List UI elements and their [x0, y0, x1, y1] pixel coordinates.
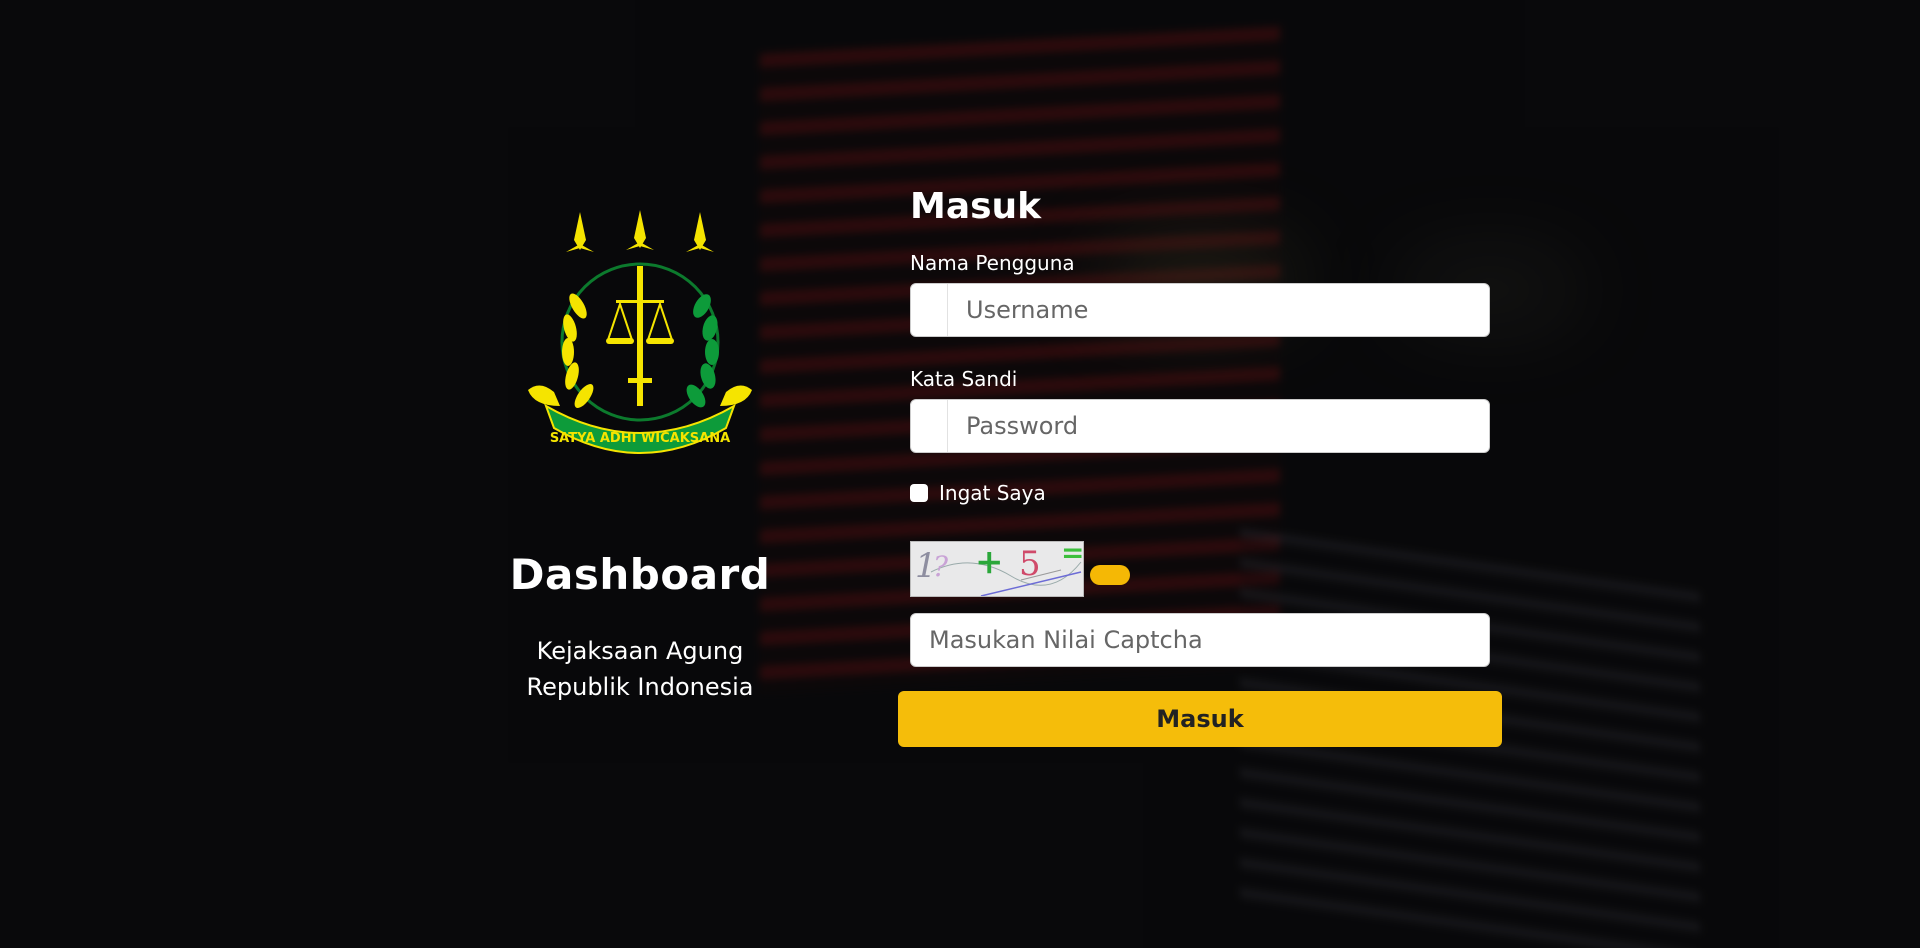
password-input[interactable]	[948, 400, 1489, 452]
login-submit-button[interactable]: Masuk	[898, 691, 1502, 747]
password-field-wrapper	[910, 399, 1490, 453]
remember-me-checkbox[interactable]	[910, 484, 928, 502]
username-input[interactable]	[948, 284, 1489, 336]
emblem-motto-text: SATYA ADHI WICAKSANA	[550, 431, 730, 446]
username-field-wrapper	[910, 283, 1490, 337]
captcha-input[interactable]	[911, 614, 1489, 666]
organization-name-line1: Kejaksaan Agung	[536, 637, 744, 665]
captcha-char: =	[1061, 541, 1084, 569]
login-title: Masuk	[910, 186, 1042, 227]
captcha-image: 1 ? + 5 =	[910, 541, 1084, 597]
captcha-char: ?	[933, 550, 949, 583]
captcha-field-wrapper	[910, 613, 1490, 667]
remember-me[interactable]: Ingat Saya	[910, 481, 1490, 505]
username-label: Nama Pengguna	[910, 251, 1075, 275]
organization-name-line2: Republik Indonesia	[526, 673, 754, 701]
dashboard-title: Dashboard	[509, 550, 771, 599]
username-addon	[911, 284, 948, 336]
organization-name: Kejaksaan Agung Republik Indonesia	[500, 633, 780, 705]
captcha-refresh-button[interactable]	[1090, 565, 1130, 585]
password-addon	[911, 400, 948, 452]
captcha-char: 5	[1019, 544, 1041, 584]
kejaksaan-emblem-logo: SATYA ADHI WICAKSANA	[528, 210, 752, 454]
brand-panel: SATYA ADHI WICAKSANA Dashboard Kejaksaan…	[500, 210, 780, 705]
captcha-char: +	[975, 542, 1004, 582]
password-label: Kata Sandi	[910, 367, 1018, 391]
login-form: Masuk Nama Pengguna Kata Sandi Ingat Say…	[898, 186, 1502, 747]
remember-me-label: Ingat Saya	[939, 481, 1046, 505]
captcha-row: 1 ? + 5 =	[910, 541, 1490, 597]
